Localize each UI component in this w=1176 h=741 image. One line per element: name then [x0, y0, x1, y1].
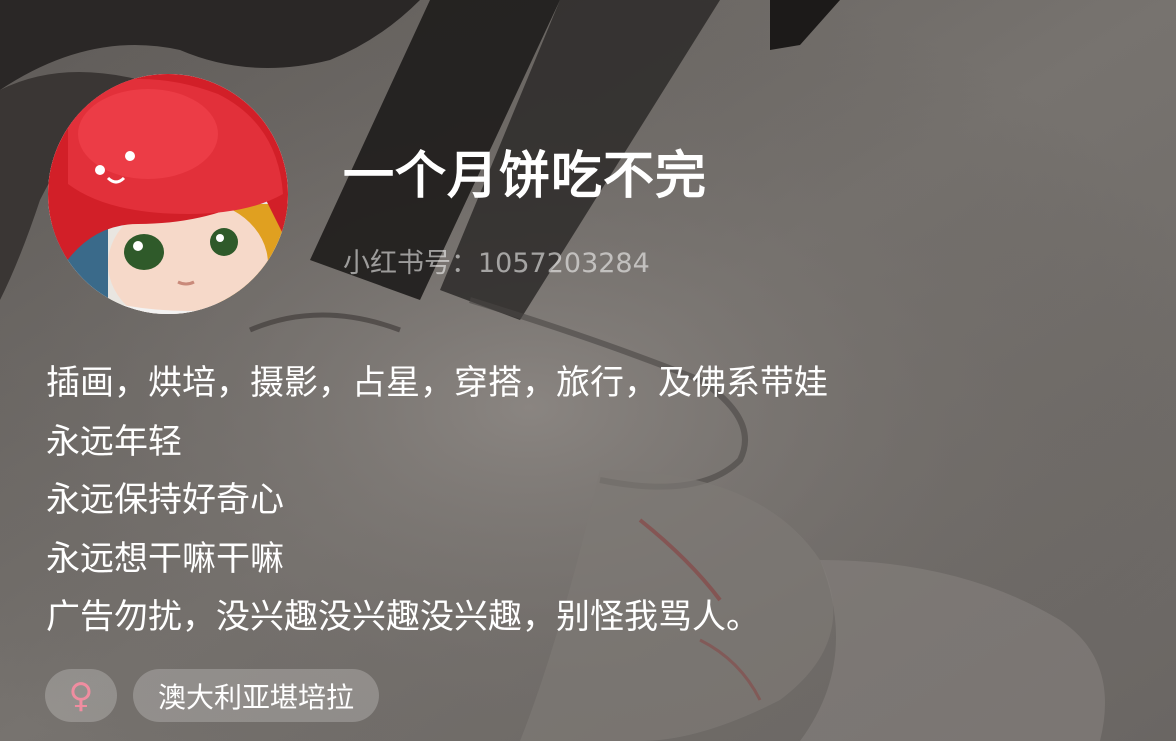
location-tag[interactable]: 澳大利亚堪培拉 [133, 669, 380, 722]
bio-line: 永远保持好奇心 [46, 480, 284, 520]
bio-line: 插画，烘培，摄影，占星，穿搭，旅行，及佛系带娃 [46, 363, 828, 403]
avatar[interactable] [48, 74, 288, 314]
username: 一个月饼吃不完 [343, 147, 708, 206]
account-id: 小红书号：1057203284 [343, 248, 650, 279]
gender-tag: ♀ [45, 669, 117, 722]
bio-line: 永远想干嘛干嘛 [46, 538, 284, 579]
profile-header: 一个月饼吃不完 小红书号：1057203284 插画，烘培，摄影，占星，穿搭，旅… [0, 0, 1176, 741]
profile-tags: ♀ 澳大利亚堪培拉 [45, 669, 380, 722]
bio: 插画，烘培，摄影，占星，穿搭，旅行，及佛系带娃 永远年轻 永远保持好奇心 永远想… [46, 354, 828, 647]
bio-line: 广告勿扰，没兴趣没兴趣没兴趣，别怪我骂人。 [46, 597, 760, 637]
bio-line: 永远年轻 [46, 421, 182, 462]
female-icon: ♀ [68, 675, 94, 716]
avatar-doll-icon [48, 74, 288, 314]
